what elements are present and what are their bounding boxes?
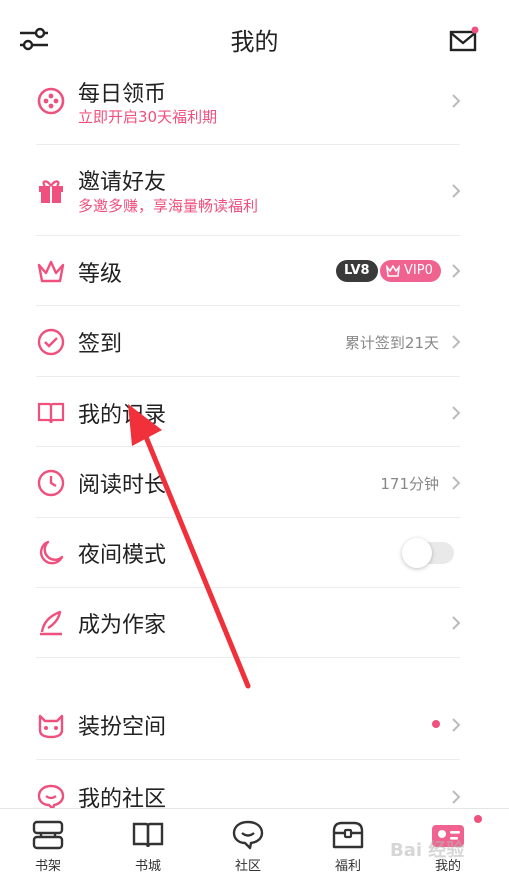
gift-icon <box>39 180 63 203</box>
night-mode-toggle[interactable] <box>402 538 454 568</box>
bookshelf-icon <box>32 820 64 850</box>
annotation-arrow <box>128 404 251 689</box>
menu-item-checkin[interactable]: 签到 累计签到21天 <box>0 322 509 362</box>
chevron-right-icon <box>452 476 461 490</box>
divider <box>36 657 460 658</box>
menu-item-label: 成为作家 <box>78 613 167 638</box>
menu-item-label: 我的记录 <box>78 403 167 428</box>
quill-pen-icon <box>40 610 62 636</box>
menu-item-label: 每日领币 <box>78 82 167 107</box>
menu-item-become-writer[interactable]: 成为作家 <box>0 602 509 642</box>
watermark: Bai 经验 <box>390 840 465 861</box>
menu-item-label: 装扮空间 <box>78 715 167 740</box>
divider <box>36 587 460 588</box>
level-badge: LV8 <box>336 260 378 282</box>
tab-label: 书架 <box>34 859 61 874</box>
menu-item-my-community[interactable]: 我的社区 <box>0 776 509 812</box>
menu-item-night-mode: 夜间模式 <box>0 532 509 572</box>
divider <box>36 235 460 236</box>
clock-icon <box>37 469 65 497</box>
toggle-knob <box>402 538 432 568</box>
check-circle-icon <box>37 328 65 356</box>
crown-icon <box>386 265 400 277</box>
menu-item-label: 夜间模式 <box>78 543 167 568</box>
tab-bookstore[interactable]: 书城 <box>98 809 198 882</box>
vip-badge: VIP0 <box>380 260 441 282</box>
menu-item-label: 签到 <box>78 332 123 357</box>
notification-dot <box>474 815 482 823</box>
menu-item-daily-coins[interactable]: 每日领币 立即开启30天福利期 <box>0 72 509 132</box>
chevron-right-icon <box>452 790 461 804</box>
chevron-right-icon <box>452 264 461 278</box>
tab-label: 社区 <box>234 859 261 874</box>
divider <box>36 144 460 145</box>
menu-item-level[interactable]: 等级 LV8 VIP0 <box>0 250 509 290</box>
menu-item-invite-friends[interactable]: 邀请好友 多邀多赚，享海量畅读福利 <box>0 160 509 224</box>
cat-face-icon <box>38 714 64 739</box>
menu-item-subtitle: 多邀多赚，享海量畅读福利 <box>78 197 259 215</box>
crown-icon <box>37 260 65 283</box>
menu-item-label: 阅读时长 <box>78 473 167 498</box>
divider <box>36 517 460 518</box>
menu-item-subtitle: 立即开启30天福利期 <box>78 108 218 126</box>
chevron-right-icon <box>452 406 461 420</box>
divider <box>36 446 460 447</box>
menu-item-label: 等级 <box>78 262 123 287</box>
mail-icon[interactable] <box>449 26 479 52</box>
page-title: 我的 <box>230 28 279 56</box>
tab-community[interactable]: 社区 <box>198 809 298 882</box>
chevron-right-icon <box>452 184 461 198</box>
menu-item-reading-time[interactable]: 阅读时长 171分钟 <box>0 462 509 502</box>
divider <box>36 305 460 306</box>
top-bar: 我的 <box>0 0 509 76</box>
tab-bookshelf[interactable]: 书架 <box>0 809 98 882</box>
divider <box>36 759 460 760</box>
chevron-right-icon <box>452 616 461 630</box>
menu-item-my-records[interactable]: 我的记录 <box>0 392 509 432</box>
moon-icon <box>39 540 64 565</box>
reading-time-value: 171分钟 <box>380 475 439 493</box>
book-icon <box>132 822 164 848</box>
coin-icon <box>37 87 65 115</box>
vip-badge-label: VIP0 <box>404 263 433 278</box>
menu-item-dress-up[interactable]: 装扮空间 <box>0 704 509 744</box>
tab-label: 福利 <box>334 859 361 874</box>
tab-welfare[interactable]: 福利 <box>298 809 398 882</box>
chevron-right-icon <box>452 718 461 732</box>
menu-item-label: 邀请好友 <box>78 170 167 195</box>
checkin-count: 累计签到21天 <box>344 334 439 352</box>
chevron-right-icon <box>452 94 461 108</box>
treasure-chest-icon <box>332 821 364 849</box>
chat-bubble-icon <box>232 820 264 850</box>
open-book-icon <box>37 402 65 424</box>
new-dot-badge <box>432 720 440 728</box>
divider <box>36 376 460 377</box>
tab-label: 书城 <box>134 859 161 874</box>
chevron-right-icon <box>452 335 461 349</box>
